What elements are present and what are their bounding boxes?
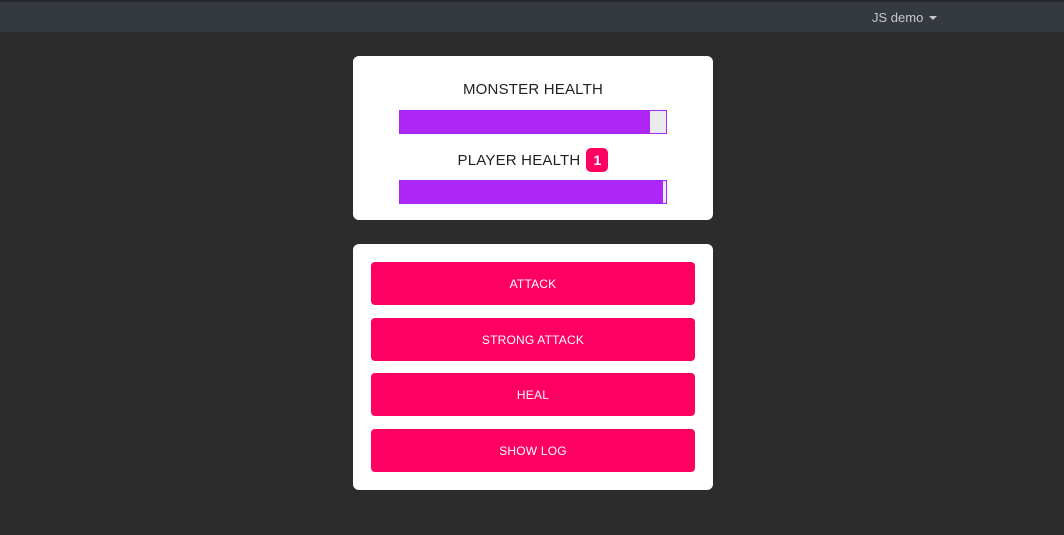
player-health-label: PLAYER HEALTH [457,151,581,169]
heal-button[interactable]: HEAL [371,373,695,416]
top-navbar: JS demo [0,0,1064,32]
player-health-fill [400,181,664,203]
player-health-bar [399,180,667,204]
actions-card: ATTACK STRONG ATTACK HEAL SHOW LOG [353,244,713,490]
js-demo-label: JS demo [872,10,924,25]
js-demo-dropdown[interactable]: JS demo [872,10,938,25]
monster-health-label: MONSTER HEALTH [462,81,604,98]
show-log-button[interactable]: SHOW LOG [371,429,695,472]
player-health-badge: 1 [586,148,609,172]
attack-button[interactable]: ATTACK [371,262,695,305]
caret-down-icon [929,16,938,20]
monster-health-fill [400,111,651,133]
health-card: MONSTER HEALTH PLAYER HEALTH 1 [353,56,713,220]
player-health-heading: PLAYER HEALTH 1 [353,148,713,172]
strong-attack-button[interactable]: STRONG ATTACK [371,318,695,361]
monster-health-bar [399,110,667,134]
